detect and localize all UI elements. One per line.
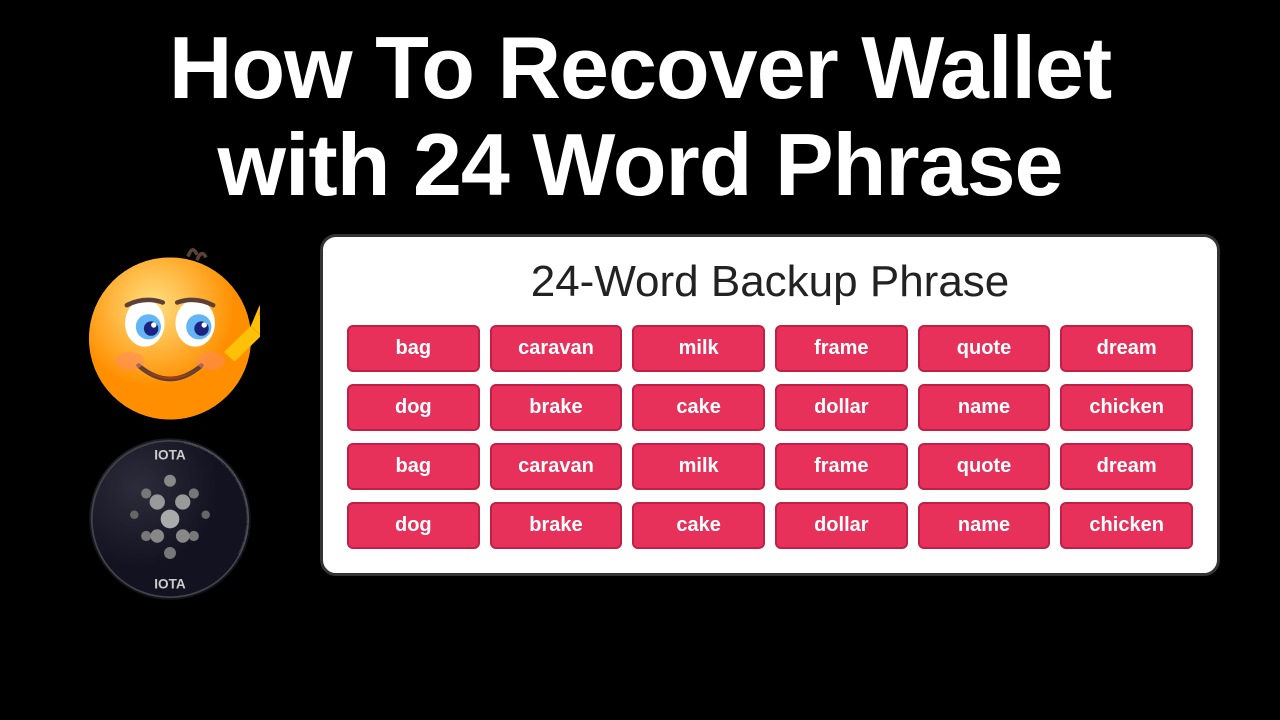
- iota-coin-icon: 01001001 00100000 01001111 01010100 0100…: [85, 434, 255, 604]
- word-button[interactable]: frame: [775, 443, 908, 490]
- word-button[interactable]: chicken: [1060, 384, 1193, 431]
- card-heading: 24-Word Backup Phrase: [347, 257, 1193, 307]
- emoji-icon: [80, 244, 260, 424]
- word-button[interactable]: milk: [632, 443, 765, 490]
- word-button[interactable]: caravan: [490, 325, 623, 372]
- word-button[interactable]: cake: [632, 502, 765, 549]
- title-area: How To Recover Wallet with 24 Word Phras…: [0, 0, 1280, 224]
- word-button[interactable]: caravan: [490, 443, 623, 490]
- word-button[interactable]: milk: [632, 325, 765, 372]
- word-button[interactable]: brake: [490, 384, 623, 431]
- word-button[interactable]: brake: [490, 502, 623, 549]
- word-button[interactable]: cake: [632, 384, 765, 431]
- word-button[interactable]: dog: [347, 384, 480, 431]
- word-button[interactable]: name: [918, 384, 1051, 431]
- word-button[interactable]: quote: [918, 443, 1051, 490]
- word-button[interactable]: dream: [1060, 325, 1193, 372]
- left-icons: 01001001 00100000 01001111 01010100 0100…: [20, 244, 320, 604]
- word-button[interactable]: bag: [347, 443, 480, 490]
- word-button[interactable]: dollar: [775, 502, 908, 549]
- word-button[interactable]: name: [918, 502, 1051, 549]
- word-button[interactable]: frame: [775, 325, 908, 372]
- svg-text:IOTA: IOTA: [154, 576, 186, 591]
- svg-text:IOTA: IOTA: [154, 447, 186, 462]
- word-button[interactable]: bag: [347, 325, 480, 372]
- word-button[interactable]: chicken: [1060, 502, 1193, 549]
- phrase-card: 24-Word Backup Phrase bagcaravanmilkfram…: [320, 234, 1220, 576]
- word-button[interactable]: dog: [347, 502, 480, 549]
- word-button[interactable]: quote: [918, 325, 1051, 372]
- phrase-grid: bagcaravanmilkframequotedreamdogbrakecak…: [347, 325, 1193, 549]
- page-title: How To Recover Wallet with 24 Word Phras…: [40, 20, 1240, 214]
- word-button[interactable]: dream: [1060, 443, 1193, 490]
- word-button[interactable]: dollar: [775, 384, 908, 431]
- bottom-section: 01001001 00100000 01001111 01010100 0100…: [0, 234, 1280, 604]
